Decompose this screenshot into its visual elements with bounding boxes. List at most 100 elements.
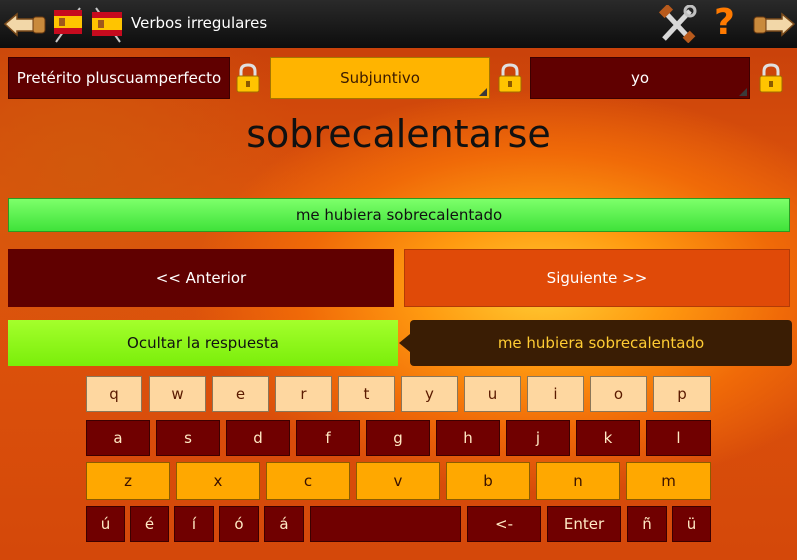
tense-selector-label: Pretérito pluscuamperfecto	[16, 69, 222, 87]
previous-button[interactable]: << Anterior	[8, 249, 394, 307]
key-d[interactable]: d	[226, 420, 290, 456]
key-label: f	[325, 429, 331, 447]
key-u-umlaut[interactable]: ü	[672, 506, 711, 542]
key-t[interactable]: t	[338, 376, 395, 412]
key-label: x	[213, 472, 223, 490]
key-y[interactable]: y	[401, 376, 458, 412]
key-label: <-	[495, 515, 513, 533]
tools-icon[interactable]	[658, 5, 698, 43]
key-b[interactable]: b	[446, 462, 530, 500]
key-label: é	[144, 515, 155, 533]
key-k[interactable]: k	[576, 420, 640, 456]
key-e-acute[interactable]: é	[130, 506, 169, 542]
key-label: w	[171, 385, 184, 403]
key-label: m	[661, 472, 676, 490]
key-w[interactable]: w	[149, 376, 206, 412]
key-label: i	[553, 385, 558, 403]
key-label: u	[487, 385, 498, 403]
key-label: t	[363, 385, 370, 403]
key-f[interactable]: f	[296, 420, 360, 456]
next-button-label: Siguiente >>	[546, 269, 648, 287]
question-mark-icon[interactable]: ?	[714, 2, 735, 43]
padlock-icon[interactable]	[496, 62, 524, 94]
key-e[interactable]: e	[212, 376, 269, 412]
top-bar: Verbos irregulares ?	[0, 0, 797, 48]
key-r[interactable]: r	[275, 376, 332, 412]
key-v[interactable]: v	[356, 462, 440, 500]
key-enter[interactable]: Enter	[547, 506, 621, 542]
padlock-icon[interactable]	[234, 62, 262, 94]
key-n[interactable]: n	[536, 462, 620, 500]
key-u[interactable]: u	[464, 376, 521, 412]
key-o[interactable]: o	[590, 376, 647, 412]
dropdown-corner-icon	[739, 88, 747, 96]
answer-input[interactable]: me hubiera sobrecalentado	[8, 198, 790, 232]
key-label: q	[109, 385, 119, 403]
tense-selector[interactable]: Pretérito pluscuamperfecto	[8, 57, 230, 99]
key-j[interactable]: j	[506, 420, 570, 456]
key-g[interactable]: g	[366, 420, 430, 456]
key-q[interactable]: q	[86, 376, 142, 412]
key-label: r	[300, 385, 307, 403]
key-h[interactable]: h	[436, 420, 500, 456]
key-i-acute[interactable]: í	[174, 506, 214, 542]
dropdown-corner-icon	[479, 88, 487, 96]
key-c[interactable]: c	[266, 462, 350, 500]
key-label: h	[463, 429, 473, 447]
key-label: y	[425, 385, 434, 403]
key-i[interactable]: i	[527, 376, 584, 412]
key-label: í	[191, 515, 197, 533]
spanish-flags-icon	[54, 7, 122, 43]
key-z[interactable]: z	[86, 462, 170, 500]
key-label: ü	[686, 515, 697, 533]
hide-answer-button[interactable]: Ocultar la respuesta	[8, 320, 398, 366]
key-label: c	[303, 472, 313, 490]
key-label: l	[676, 429, 681, 447]
padlock-icon[interactable]	[757, 62, 785, 94]
key-label: d	[253, 429, 263, 447]
key-a[interactable]: a	[86, 420, 150, 456]
hand-pointing-left-icon[interactable]	[3, 8, 47, 40]
key-a-acute[interactable]: á	[264, 506, 304, 542]
key-label: p	[677, 385, 687, 403]
key-label: n	[573, 472, 583, 490]
answer-input-text: me hubiera sobrecalentado	[295, 206, 503, 224]
key-n-tilde[interactable]: ñ	[627, 506, 667, 542]
key-label: j	[535, 429, 541, 447]
key-label: ó	[234, 515, 244, 533]
key-label: g	[393, 429, 403, 447]
key-label: ú	[100, 515, 111, 533]
bubble-pointer	[399, 334, 410, 352]
answer-bubble: me hubiera sobrecalentado	[410, 320, 792, 366]
key-label: z	[124, 472, 132, 490]
key-label: v	[393, 472, 403, 490]
key-o-acute[interactable]: ó	[219, 506, 259, 542]
key-label: á	[279, 515, 289, 533]
verb-title: sobrecalentarse	[246, 112, 551, 156]
key-label: e	[235, 385, 246, 403]
key-label: k	[603, 429, 613, 447]
answer-bubble-text: me hubiera sobrecalentado	[497, 334, 705, 352]
key-label: o	[613, 385, 624, 403]
mood-selector-label: Subjuntivo	[340, 69, 420, 87]
key-p[interactable]: p	[653, 376, 711, 412]
previous-button-label: << Anterior	[155, 269, 247, 287]
key-label: Enter	[563, 515, 605, 533]
hide-answer-label: Ocultar la respuesta	[127, 334, 279, 352]
key-backspace[interactable]: <-	[467, 506, 541, 542]
person-selector[interactable]: yo	[530, 57, 750, 99]
key-space[interactable]	[310, 506, 461, 542]
mood-selector[interactable]: Subjuntivo	[270, 57, 490, 99]
key-m[interactable]: m	[626, 462, 711, 500]
next-button[interactable]: Siguiente >>	[404, 249, 790, 307]
key-x[interactable]: x	[176, 462, 260, 500]
hand-pointing-right-icon[interactable]	[752, 8, 796, 40]
key-u-acute[interactable]: ú	[86, 506, 125, 542]
key-label: b	[483, 472, 493, 490]
key-s[interactable]: s	[156, 420, 220, 456]
key-label: ñ	[642, 515, 652, 533]
key-l[interactable]: l	[646, 420, 711, 456]
key-label: s	[184, 429, 192, 447]
app-title: Verbos irregulares	[131, 14, 268, 32]
person-selector-label: yo	[630, 69, 650, 87]
